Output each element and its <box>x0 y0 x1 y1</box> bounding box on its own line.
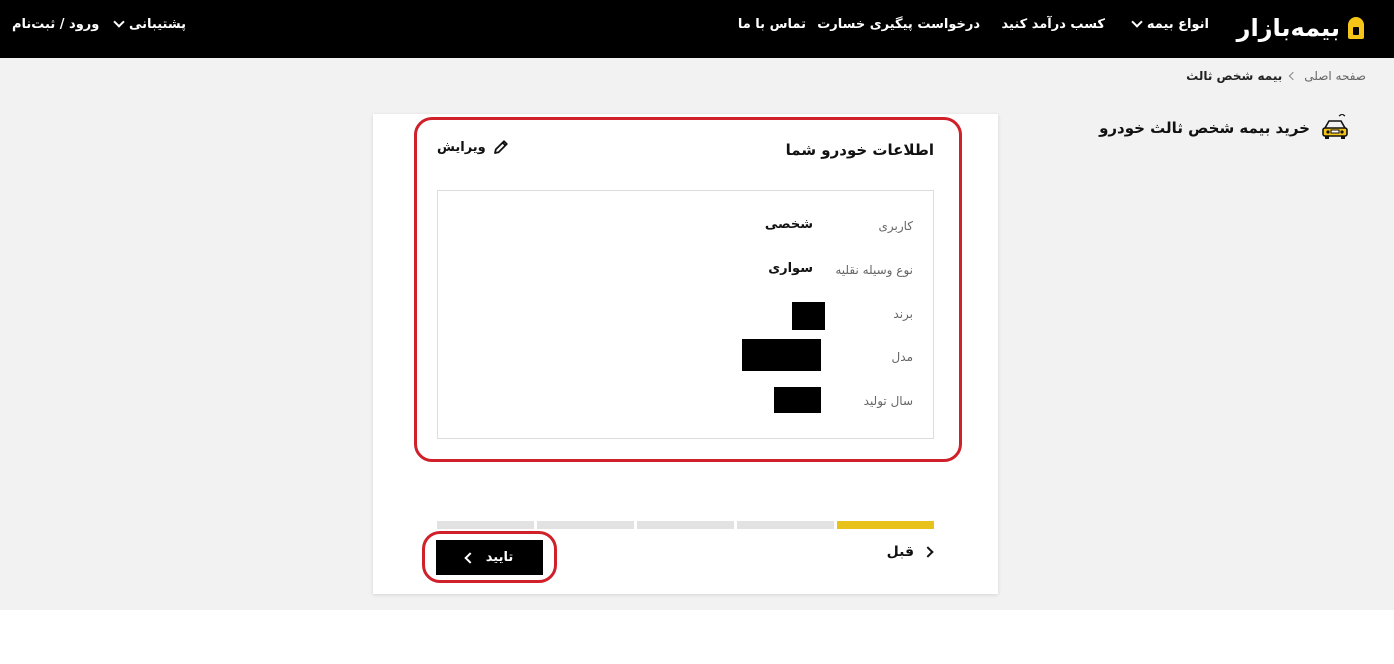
nav-earn-income[interactable]: کسب درآمد کنید <box>1002 0 1105 48</box>
page-title-text: خرید بیمه شخص ثالث خودرو <box>1099 119 1310 137</box>
confirm-button[interactable]: تایید <box>436 540 543 575</box>
chevron-left-icon <box>1288 71 1298 81</box>
confirm-label: تایید <box>485 550 514 565</box>
nav-contact-us-label: تماس با ما <box>737 16 806 32</box>
card-title: اطلاعات خودرو شما <box>785 141 934 159</box>
login-register-label: ورود / ثبت‌نام <box>12 16 100 32</box>
vehicle-type-label: نوع وسیله نقلیه <box>835 263 913 277</box>
row-brand: برند <box>493 302 913 330</box>
nav-contact-us[interactable]: تماس با ما <box>738 0 806 48</box>
vehicle-info-card: اطلاعات خودرو شما ویرایش کاربری شخصی نوع… <box>373 114 998 594</box>
nav-earn-income-label: کسب درآمد کنید <box>1001 16 1105 32</box>
breadcrumb-current: بیمه شخص ثالث <box>1186 69 1283 83</box>
nav-claim-followup-label: درخواست پیگیری خسارت <box>817 16 980 32</box>
nav-support[interactable]: پشتیبانی <box>113 0 186 48</box>
chevron-down-icon <box>1131 16 1143 28</box>
breadcrumb-home[interactable]: صفحه اصلی <box>1304 69 1366 83</box>
top-header: بیمه‌بازار انواع بیمه کسب درآمد کنید درخ… <box>0 0 1394 58</box>
breadcrumb: صفحه اصلی بیمه شخص ثالث <box>1186 69 1366 83</box>
row-usage: کاربری شخصی <box>493 215 913 239</box>
usage-value: شخصی <box>764 217 813 232</box>
edit-label: ویرایش <box>437 139 486 155</box>
progress-step-5 <box>437 521 534 529</box>
chevron-left-icon <box>464 551 476 564</box>
pencil-icon <box>493 140 508 154</box>
brand-label: برند <box>893 307 913 321</box>
production-year-redacted <box>774 387 821 413</box>
nav-insurance-types[interactable]: انواع بیمه <box>1131 0 1209 48</box>
logo-text: بیمه‌بازار <box>1236 14 1341 42</box>
nav-support-label: پشتیبانی <box>129 16 186 32</box>
progress-step-3 <box>637 521 734 529</box>
login-register-link[interactable]: ورود / ثبت‌نام <box>12 0 99 48</box>
row-production-year: سال تولید <box>493 387 913 414</box>
nav-insurance-types-label: انواع بیمه <box>1146 16 1209 32</box>
progress-step-4 <box>537 521 634 529</box>
row-model: مدل <box>493 339 913 371</box>
model-value-redacted <box>742 339 821 371</box>
model-label: مدل <box>891 350 913 364</box>
prev-button[interactable]: قبل <box>886 544 934 560</box>
progress-step-1 <box>837 521 934 529</box>
page-content: صفحه اصلی بیمه شخص ثالث خرید بیمه شخص ثا… <box>0 58 1394 610</box>
car-icon <box>1322 114 1348 139</box>
row-vehicle-type: نوع وسیله نقلیه سواری <box>493 259 913 283</box>
progress-bar <box>437 521 934 529</box>
vehicle-details: کاربری شخصی نوع وسیله نقلیه سواری برند م… <box>437 190 934 439</box>
logo[interactable]: بیمه‌بازار <box>1237 12 1364 44</box>
edit-button[interactable]: ویرایش <box>437 138 510 156</box>
production-year-label: سال تولید <box>863 394 913 408</box>
chevron-down-icon <box>113 16 125 28</box>
brand-value-redacted <box>792 302 825 330</box>
page-title: خرید بیمه شخص ثالث خودرو <box>1099 114 1350 142</box>
usage-label: کاربری <box>878 219 913 233</box>
progress-step-2 <box>737 521 834 529</box>
vehicle-type-value: سواری <box>768 261 813 276</box>
nav-claim-followup[interactable]: درخواست پیگیری خسارت <box>817 0 980 48</box>
chevron-right-icon <box>922 546 934 558</box>
prev-label: قبل <box>886 544 914 560</box>
logo-icon <box>1348 17 1364 39</box>
